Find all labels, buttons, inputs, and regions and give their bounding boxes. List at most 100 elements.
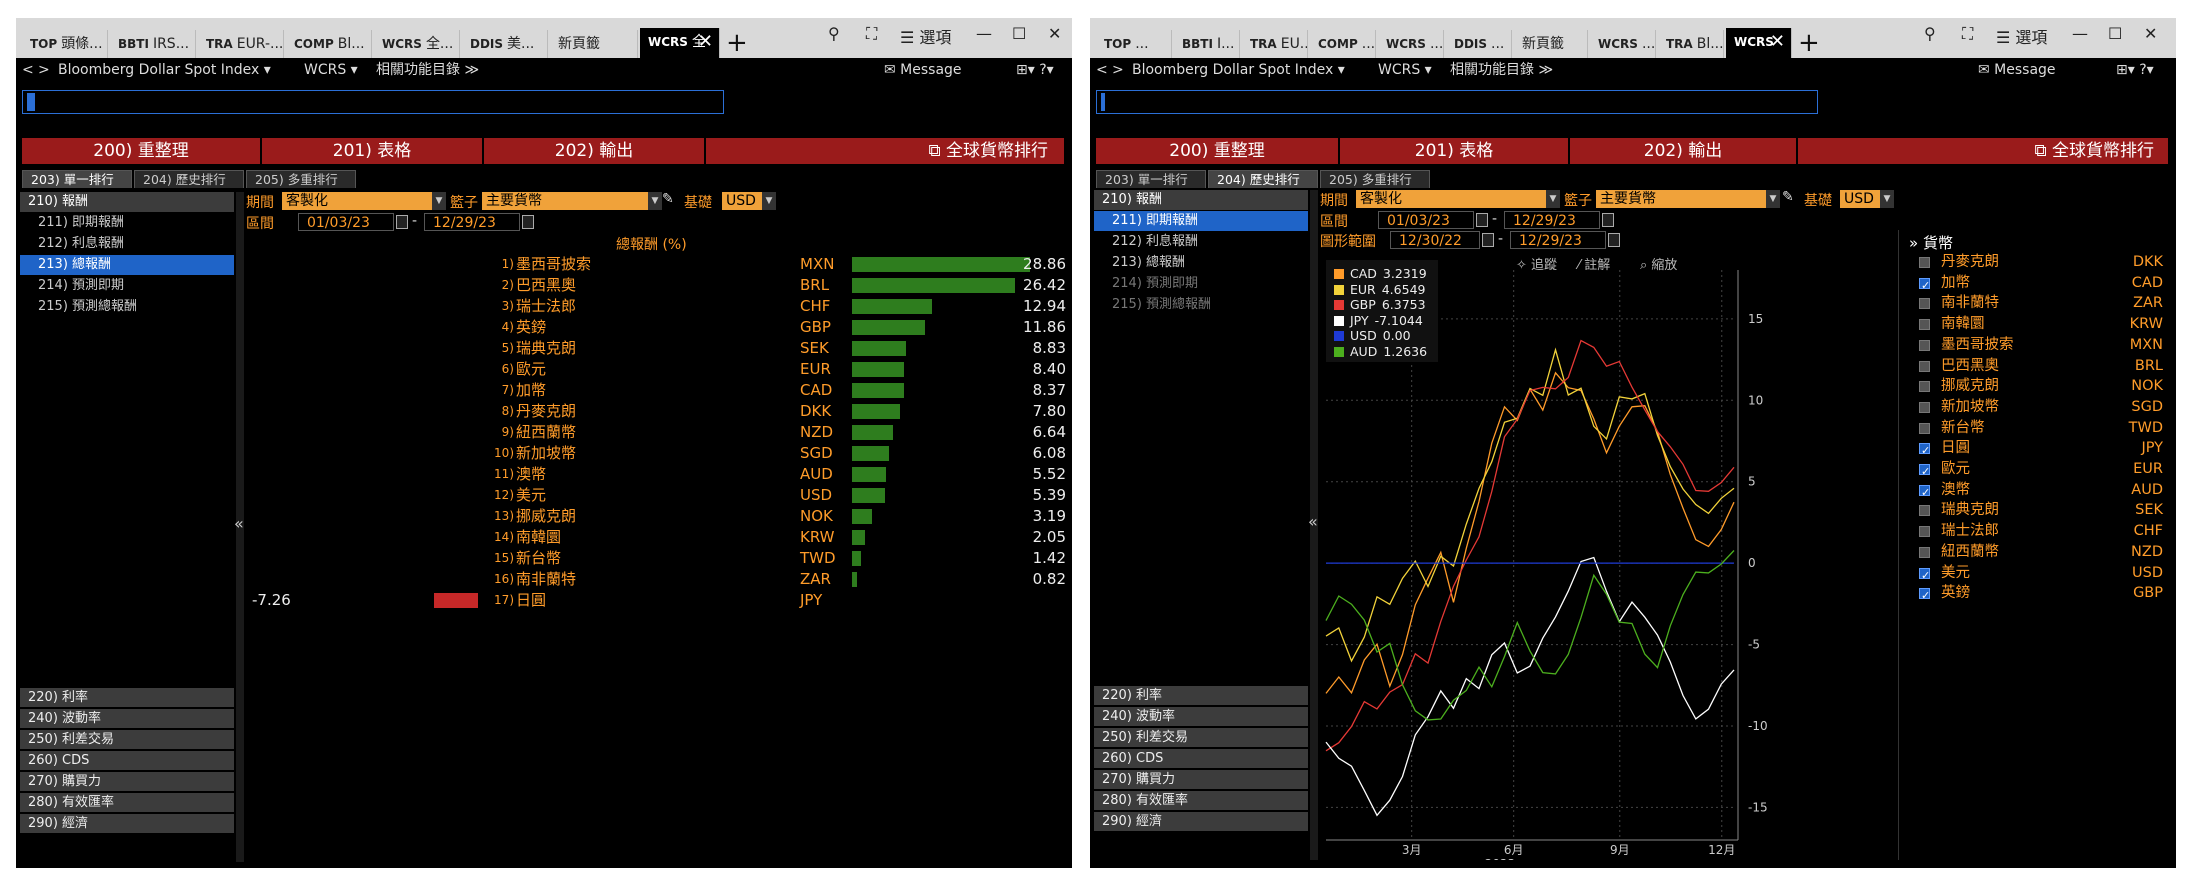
basket-dropdown-icon[interactable]: ▼ <box>648 192 662 210</box>
tab-wcrs-7[interactable]: WCRS 全 ✕ <box>640 28 720 58</box>
popout-icon[interactable]: ⧉ <box>928 141 946 161</box>
calendar-icon[interactable] <box>1482 233 1494 247</box>
sidebar-group-2[interactable]: 250) 利差交易 <box>20 730 234 750</box>
currency-checkbox[interactable] <box>1919 257 1930 268</box>
minimize-icon[interactable]: — <box>976 24 992 43</box>
refresh-button[interactable]: 200) 重整理 <box>22 138 262 164</box>
security-dropdown[interactable]: Bloomberg Dollar Spot Index ▾ <box>1132 58 1345 82</box>
currency-panel-header[interactable]: » 貨幣 <box>1909 232 1953 253</box>
sidebar-group-6[interactable]: 290) 經濟 <box>1094 812 1308 832</box>
calendar-icon[interactable] <box>1602 213 1614 227</box>
currency-checkbox[interactable] <box>1919 381 1930 393</box>
sidebar-item-1[interactable]: 211) 即期報酬 <box>1094 211 1308 231</box>
ranking-row[interactable]: 1) 墨西哥披索 MXN 28.86 <box>16 254 1072 275</box>
tab-single-ranking[interactable]: 203) 單一排行 <box>1096 170 1206 188</box>
currency-item[interactable]: 日圓 JPY <box>1899 438 2169 461</box>
period-dropdown-icon[interactable]: ▼ <box>432 192 446 210</box>
basket-select[interactable]: 主要貨幣 <box>482 192 648 210</box>
tab-top-0[interactable]: TOP... <box>1096 30 1172 58</box>
currency-checkbox[interactable] <box>1919 565 1930 586</box>
options-menu[interactable]: ☰ 選項 <box>900 24 951 48</box>
collapse-icon[interactable]: « <box>1308 512 1318 531</box>
refresh-button[interactable]: 200) 重整理 <box>1096 138 1340 164</box>
currency-checkbox[interactable] <box>1919 298 1930 310</box>
related-functions-menu[interactable]: 相關功能目錄 ≫ <box>1450 58 1553 82</box>
sidebar-item-2[interactable]: 212) 利息報酬 <box>20 234 234 254</box>
export-button[interactable]: 202) 輸出 <box>484 138 706 164</box>
tab-history-ranking[interactable]: 204) 歷史排行 <box>134 170 244 188</box>
currency-item[interactable]: 澳幣 AUD <box>1899 480 2169 503</box>
currency-item[interactable]: 紐西蘭幣 NZD <box>1899 542 2169 563</box>
tab-bbti-1[interactable]: BBTI IRS... <box>110 30 196 58</box>
currency-checkbox[interactable] <box>1919 275 1930 296</box>
sidebar-group-5[interactable]: 280) 有效匯率 <box>1094 791 1308 811</box>
security-dropdown[interactable]: Bloomberg Dollar Spot Index ▾ <box>58 58 271 82</box>
table-button[interactable]: 201) 表格 <box>1340 138 1570 164</box>
currency-checkbox[interactable] <box>1919 505 1930 517</box>
currency-checkbox[interactable] <box>1919 422 1930 434</box>
tab-top-0[interactable]: TOP 頭條... <box>22 30 108 58</box>
sidebar-item-2[interactable]: 212) 利息報酬 <box>1094 232 1308 252</box>
command-input[interactable] <box>1096 90 1818 114</box>
sidebar-group-5[interactable]: 280) 有效匯率 <box>20 793 234 813</box>
tab-new-6[interactable]: 新頁籤 <box>1514 30 1588 58</box>
base-currency-select[interactable]: USD <box>722 192 762 210</box>
tab-tra-2[interactable]: TRAEU... <box>1242 30 1308 58</box>
calendar-icon[interactable] <box>396 215 408 229</box>
tab-multi-ranking[interactable]: 205) 多重排行 <box>246 170 356 188</box>
currency-checkbox[interactable] <box>1919 482 1930 503</box>
ranking-row[interactable]: 5) 瑞典克朗 SEK 8.83 <box>16 338 1072 359</box>
currency-checkbox[interactable] <box>1919 546 1930 558</box>
calendar-icon[interactable] <box>1476 213 1488 227</box>
start-date-field[interactable]: 01/03/23 <box>1378 211 1474 229</box>
currency-item[interactable]: 加幣 CAD <box>1899 273 2169 296</box>
currency-checkbox[interactable] <box>1919 526 1930 538</box>
options-menu[interactable]: ☰ 選項 <box>1996 24 2047 48</box>
sidebar-item-5[interactable]: 215) 預測總報酬 <box>1094 295 1308 315</box>
sidebar-item-0[interactable]: 210) 報酬 <box>1094 190 1308 210</box>
tab-comp-3[interactable]: COMP... <box>1310 30 1376 58</box>
close-tab-icon[interactable]: ✕ <box>1770 28 1785 56</box>
period-select[interactable]: 客製化 <box>282 192 432 210</box>
toolbar-icons[interactable]: ⊞▾ ?▾ <box>1016 58 1054 82</box>
sidebar-group-6[interactable]: 290) 經濟 <box>20 814 234 834</box>
sidebar-group-1[interactable]: 240) 波動率 <box>1094 707 1308 727</box>
tab-wcrs-4[interactable]: WCRS... <box>1378 30 1444 58</box>
sidebar-group-4[interactable]: 270) 購買力 <box>20 772 234 792</box>
fullscreen-icon[interactable]: ⛶ <box>866 24 877 44</box>
sidebar-item-3[interactable]: 213) 總報酬 <box>1094 253 1308 273</box>
sidebar-group-0[interactable]: 220) 利率 <box>1094 686 1308 706</box>
calendar-icon[interactable] <box>522 215 534 229</box>
tab-ddis-5[interactable]: DDIS 美... <box>462 30 548 58</box>
period-select[interactable]: 客製化 <box>1356 190 1546 208</box>
tab-bbti-1[interactable]: BBTI I... <box>1174 30 1240 58</box>
maximize-icon[interactable]: ☐ <box>2108 24 2122 43</box>
function-dropdown[interactable]: WCRS ▾ <box>1378 58 1432 82</box>
tab-history-ranking[interactable]: 204) 歷史排行 <box>1208 170 1318 188</box>
ranking-row[interactable]: 13) 挪威克朗 NOK 3.19 <box>16 506 1072 527</box>
sidebar-group-3[interactable]: 260) CDS <box>20 751 234 771</box>
sidebar-item-4[interactable]: 214) 預測即期 <box>1094 274 1308 294</box>
currency-item[interactable]: 瑞士法郎 CHF <box>1899 521 2169 542</box>
start-date-field[interactable]: 01/03/23 <box>298 213 394 231</box>
close-window-icon[interactable]: ✕ <box>1048 24 1061 43</box>
ranking-row[interactable]: 10) 新加坡幣 SGD 6.08 <box>16 443 1072 464</box>
currency-item[interactable]: 丹麥克朗 DKK <box>1899 252 2169 273</box>
popout-icon[interactable]: ⧉ <box>2034 141 2052 161</box>
tab-comp-3[interactable]: COMP Bl... <box>286 30 372 58</box>
ranking-row[interactable]: 16) 南非蘭特 ZAR 0.82 <box>16 569 1072 590</box>
currency-checkbox[interactable] <box>1919 440 1930 461</box>
sidebar-group-4[interactable]: 270) 購買力 <box>1094 770 1308 790</box>
ranking-row[interactable]: -7.26 17) 日圓 JPY <box>16 590 1072 611</box>
message-button[interactable]: ✉ Message <box>1978 58 2056 82</box>
currency-item[interactable]: 新加坡幣 SGD <box>1899 397 2169 418</box>
ranking-row[interactable]: 12) 美元 USD 5.39 <box>16 485 1072 506</box>
tab-wcrs-9[interactable]: WCRS ✕ <box>1726 28 1792 58</box>
new-tab-icon[interactable]: + <box>726 28 748 58</box>
ranking-row[interactable]: 11) 澳幣 AUD 5.52 <box>16 464 1072 485</box>
ranking-row[interactable]: 4) 英鎊 GBP 11.86 <box>16 317 1072 338</box>
search-icon[interactable]: ⚲ <box>1924 24 1936 43</box>
ranking-row[interactable]: 8) 丹麥克朗 DKK 7.80 <box>16 401 1072 422</box>
currency-item[interactable]: 美元 USD <box>1899 563 2169 586</box>
sidebar-group-2[interactable]: 250) 利差交易 <box>1094 728 1308 748</box>
